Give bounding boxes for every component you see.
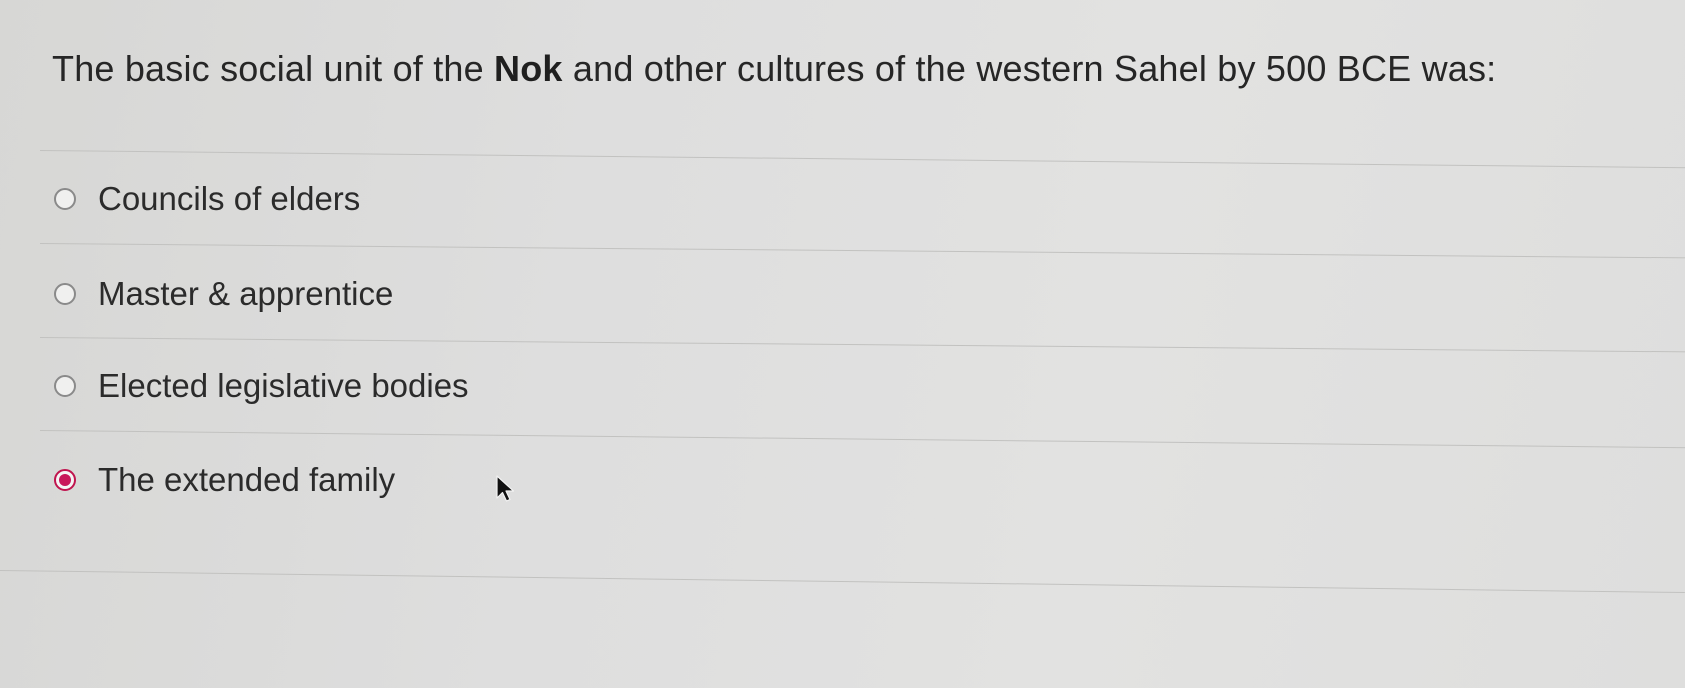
option-master-apprentice[interactable]: Master & apprentice (54, 275, 393, 313)
question-bold-term: Nok (494, 48, 563, 89)
divider (39, 150, 1685, 169)
divider (39, 430, 1685, 449)
option-label: Councils of elders (98, 180, 361, 217)
divider (39, 243, 1685, 259)
divider (39, 337, 1685, 353)
question-suffix: and other cultures of the western Sahel … (562, 48, 1497, 89)
option-label: The extended family (98, 461, 396, 498)
question-text: The basic social unit of the Nok and oth… (52, 48, 1496, 90)
option-label: Elected legislative bodies (98, 367, 469, 404)
option-label: Master & apprentice (98, 275, 394, 312)
option-extended-family[interactable]: The extended family (54, 461, 395, 499)
radio-button-selected-icon[interactable] (54, 469, 76, 491)
option-elected-legislative-bodies[interactable]: Elected legislative bodies (54, 367, 469, 405)
radio-button-icon[interactable] (54, 283, 76, 305)
radio-button-icon[interactable] (54, 375, 76, 397)
mouse-pointer-icon (496, 475, 515, 502)
divider (0, 570, 1685, 594)
option-councils-of-elders[interactable]: Councils of elders (54, 180, 360, 218)
radio-button-icon[interactable] (54, 188, 76, 210)
question-prefix: The basic social unit of the (52, 48, 495, 89)
